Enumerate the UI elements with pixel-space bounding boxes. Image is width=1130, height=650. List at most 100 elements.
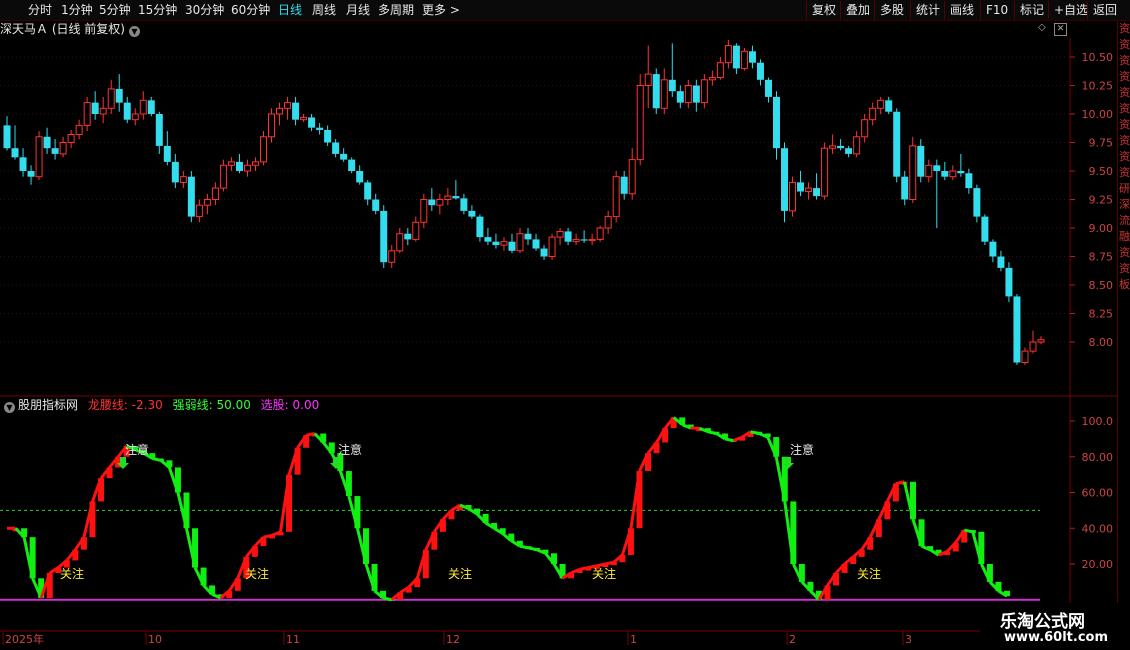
alert-label: 注意 — [125, 442, 149, 457]
price-axis-label: 8.75 — [1089, 251, 1114, 264]
indicator-bar — [80, 537, 87, 550]
indicator-bar — [362, 528, 369, 564]
date-label: 2025年 — [5, 632, 44, 646]
indicator-bar — [482, 513, 489, 523]
price-axis-label: 9.75 — [1089, 137, 1114, 150]
indicator-bar — [371, 564, 378, 591]
indicator-bar — [234, 578, 241, 591]
indicator-bar — [619, 555, 626, 563]
indicator-bar — [627, 528, 634, 556]
indicator-header: ▼ 股朋指标网 龙腰线: -2.30 强弱线: 50.00 选股: 0.00 — [0, 398, 319, 413]
date-label: 1 — [630, 633, 637, 646]
watermark-logo: 乐淘公式网 www.60lt.com — [980, 603, 1130, 650]
indicator-bar — [166, 460, 173, 468]
indicator-bar — [952, 542, 959, 552]
indicator-bar — [328, 442, 335, 454]
side-char: 融 — [1119, 230, 1130, 243]
price-axis-label: 10.25 — [1082, 80, 1114, 93]
watch-label: 关注 — [60, 566, 84, 581]
indicator-bar — [636, 471, 643, 529]
indicator-bar — [303, 435, 310, 448]
side-char: 资 — [1119, 262, 1130, 275]
date-label: 10 — [148, 633, 162, 646]
price-axis-label: 10.00 — [1082, 108, 1114, 121]
indicator-bar — [89, 501, 96, 538]
indicator-bar — [978, 531, 985, 564]
side-char: 深 — [1119, 198, 1130, 211]
watch-label: 关注 — [245, 566, 269, 581]
indicator-bar — [927, 546, 934, 550]
indicator-bar — [106, 467, 113, 479]
indicator-bar — [679, 417, 686, 425]
indicator-bar — [345, 471, 352, 497]
indicator-line-3: 选股: 0.00 — [260, 398, 320, 412]
side-char: 资 — [1119, 102, 1130, 115]
indicator-bar — [875, 519, 882, 538]
indicator-bar — [790, 501, 797, 564]
indicator-bar — [174, 467, 181, 493]
indicator-bar — [200, 567, 207, 586]
indicator-bar — [72, 549, 79, 561]
watch-label: 关注 — [857, 566, 881, 581]
indicator-bar — [884, 501, 891, 520]
indicator-bar — [29, 537, 36, 579]
price-axis-label: 8.00 — [1089, 336, 1114, 349]
indicator-bar — [645, 453, 652, 472]
side-char: 资 — [1119, 134, 1130, 147]
side-char: 板 — [1119, 278, 1130, 291]
indicator-bar — [474, 508, 481, 514]
indicator-bar — [1004, 590, 1010, 597]
date-label: 11 — [286, 633, 300, 646]
indicator-bar — [858, 549, 865, 557]
indicator-bar — [21, 528, 28, 538]
indicator-bar — [764, 433, 771, 438]
side-char: 资 — [1119, 70, 1130, 83]
indicator-bar — [508, 533, 515, 541]
indicator-dropdown-icon[interactable]: ▼ — [4, 402, 15, 413]
indicator-bar — [431, 531, 438, 550]
indicator-bar — [414, 578, 421, 588]
indicator-bar — [294, 447, 301, 475]
price-axis-label: 8.25 — [1089, 308, 1114, 321]
indicator-bar — [286, 474, 293, 532]
alert-label: 注意 — [338, 442, 362, 457]
indicator-bar — [986, 564, 993, 582]
indicator-bar — [192, 528, 199, 568]
indicator-bar — [183, 492, 190, 529]
price-axis-label: 9.50 — [1089, 165, 1114, 178]
indicator-bar — [867, 537, 874, 550]
indicator-bar — [850, 556, 857, 564]
indicator-bar — [397, 592, 404, 600]
side-char: 资 — [1119, 166, 1130, 179]
right-side-panel[interactable]: 资资资资资资资资资资研深流融资资板 — [1117, 21, 1130, 631]
indicator-bar — [422, 549, 429, 579]
indicator-bar — [551, 553, 558, 564]
indicator-bar — [918, 519, 925, 547]
price-axis-label: 8.50 — [1089, 279, 1114, 292]
indicator-bar — [662, 428, 669, 443]
side-char: 资 — [1119, 86, 1130, 99]
indicator-bar — [610, 562, 617, 566]
indicator-bar — [653, 442, 660, 454]
indicator-bar — [841, 564, 848, 573]
watch-label: 关注 — [592, 566, 616, 581]
watermark-line2: www.60lt.com — [1004, 630, 1109, 645]
indicator-bar — [798, 564, 805, 582]
indicator-bar — [909, 481, 916, 520]
side-char: 资 — [1119, 246, 1130, 259]
indicator-line-2: 强弱线: 50.00 — [172, 398, 251, 412]
indicator-bar — [448, 510, 455, 520]
indicator-bar — [209, 585, 216, 595]
indicator-bar — [226, 590, 233, 598]
alert-label: 注意 — [790, 442, 814, 457]
side-char: 流 — [1119, 214, 1130, 227]
indicator-bar — [568, 572, 575, 579]
indicator-bar — [807, 581, 814, 591]
side-char: 资 — [1119, 38, 1130, 51]
price-axis-label: 10.50 — [1082, 51, 1114, 64]
indicator-bar — [260, 537, 267, 547]
indicator-name: 股朋指标网 — [18, 398, 79, 412]
indicator-chart: 注意 注意 注意关注 关注 关注 关注 关注 — [0, 416, 1040, 602]
indicator-bar — [354, 496, 361, 529]
indicator-bar — [251, 546, 258, 557]
